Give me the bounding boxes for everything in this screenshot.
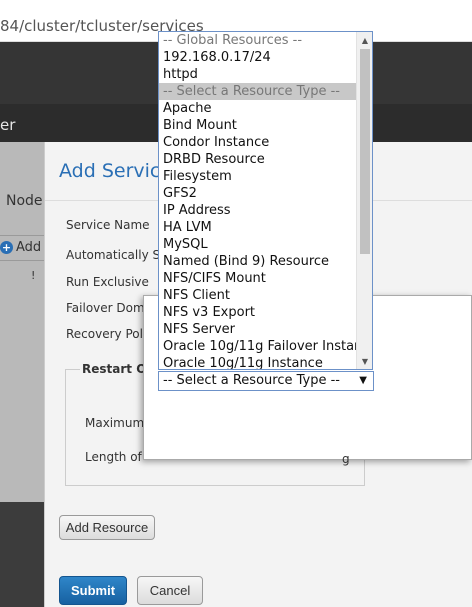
dropdown-option[interactable]: -- Select a Resource Type -- bbox=[159, 83, 357, 100]
dropdown-option[interactable]: NFS/CIFS Mount bbox=[159, 270, 357, 287]
submit-button[interactable]: Submit bbox=[59, 576, 127, 605]
status-marker: ! bbox=[31, 269, 36, 282]
dropdown-option[interactable]: 192.168.0.17/24 bbox=[159, 49, 357, 66]
dropdown-option[interactable]: NFS Server bbox=[159, 321, 357, 338]
length-of-restart-label: Length of bbox=[85, 450, 142, 464]
resource-type-dropdown-list[interactable]: -- Global Resources -- 192.168.0.17/24 htt… bbox=[158, 31, 373, 370]
panel-trailing-text: g bbox=[342, 452, 350, 466]
resource-type-options: -- Global Resources -- 192.168.0.17/24 htt… bbox=[159, 32, 372, 369]
dropdown-option[interactable]: NFS Client bbox=[159, 287, 357, 304]
scroll-up-icon[interactable]: ▲ bbox=[357, 34, 372, 48]
failover-domain-label: Failover Dom bbox=[66, 301, 145, 315]
dropdown-option[interactable]: MySQL bbox=[159, 236, 357, 253]
add-resource-button[interactable]: Add Resource bbox=[59, 515, 155, 540]
service-name-label: Service Name bbox=[66, 218, 150, 232]
plus-circle-icon[interactable]: + bbox=[0, 241, 13, 254]
dropdown-option[interactable]: HA LVM bbox=[159, 219, 357, 236]
dropdown-group-header: -- Global Resources -- bbox=[163, 33, 303, 48]
auto-start-label: Automatically St bbox=[66, 248, 165, 262]
nodes-column-header: Node bbox=[6, 193, 43, 209]
resource-type-select[interactable]: -- Select a Resource Type -- ▼ bbox=[158, 371, 374, 391]
dropdown-option[interactable]: Named (Bind 9) Resource bbox=[159, 253, 357, 270]
dropdown-option[interactable]: DRBD Resource bbox=[159, 151, 357, 168]
subheader-text: er bbox=[0, 116, 16, 134]
scrollbar-thumb[interactable] bbox=[360, 49, 370, 254]
dropdown-option[interactable]: Apache bbox=[159, 100, 357, 117]
scroll-down-icon[interactable]: ▼ bbox=[357, 355, 372, 369]
dropdown-option[interactable]: GFS2 bbox=[159, 185, 357, 202]
chevron-down-icon[interactable]: ▼ bbox=[359, 372, 367, 390]
maximum-restarts-label: Maximum bbox=[85, 416, 145, 430]
select-value: -- Select a Resource Type -- bbox=[163, 373, 340, 388]
dropdown-option[interactable]: Bind Mount bbox=[159, 117, 357, 134]
add-link[interactable]: Add bbox=[16, 240, 41, 255]
background-page: Node + Add ! bbox=[0, 142, 44, 607]
dropdown-option[interactable]: IP Address bbox=[159, 202, 357, 219]
dropdown-option[interactable]: httpd bbox=[159, 66, 357, 83]
dropdown-option[interactable]: Filesystem bbox=[159, 168, 357, 185]
run-exclusive-label: Run Exclusive bbox=[66, 275, 149, 289]
dropdown-option[interactable]: Oracle 10g/11g Failover Instance bbox=[159, 338, 372, 355]
dropdown-option[interactable]: Oracle 10g/11g Instance bbox=[159, 355, 357, 369]
recovery-policy-label: Recovery Polic bbox=[66, 327, 153, 341]
dropdown-option[interactable]: Condor Instance bbox=[159, 134, 357, 151]
dropdown-scrollbar[interactable]: ▲ ▼ bbox=[356, 32, 372, 369]
add-row[interactable]: + Add bbox=[0, 235, 44, 261]
background-dark-area bbox=[0, 502, 44, 607]
cancel-button[interactable]: Cancel bbox=[137, 576, 203, 605]
dialog-title: Add Service bbox=[59, 160, 173, 182]
dropdown-option[interactable]: NFS v3 Export bbox=[159, 304, 357, 321]
